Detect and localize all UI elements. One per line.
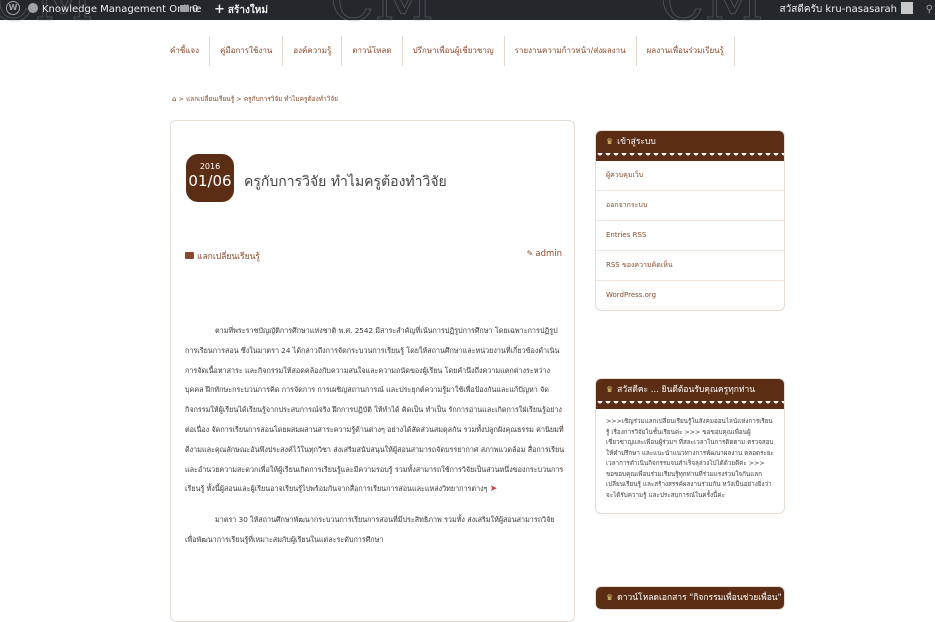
widget-header: ♛ เข้าสู่ระบบ: [596, 131, 784, 153]
admin-bar: W Knowledge Management Online 0 + สร้างให…: [0, 0, 935, 20]
welcome-widget: ♛ สวัสดีคะ ... ยินดีต้อนรับคุณครูทุกท่าน …: [595, 378, 785, 514]
widget-header: ♛ สวัสดีคะ ... ยินดีต้อนรับคุณครูทุกท่าน: [596, 379, 784, 401]
post-day-month: 01/06: [188, 172, 232, 190]
crown-icon: ♛: [606, 385, 614, 394]
menu-item-manual[interactable]: คู่มือการใช้งาน: [210, 36, 284, 66]
menu-item-knowledge[interactable]: องค์ความรู้: [283, 36, 343, 66]
breadcrumb: ⌂ > แลกเปลี่ยนเรียนรู้ > ครูกับการวิจัย …: [172, 94, 338, 104]
menu-item-download[interactable]: ดาวน์โหลด: [342, 36, 403, 66]
lace-border: [596, 153, 784, 161]
menu-item-peer-works[interactable]: ผลงานเพื่อนร่วมเรียนรู้: [637, 36, 735, 66]
wordpress-logo-icon[interactable]: W: [6, 0, 24, 20]
dashboard-icon: [28, 3, 38, 13]
breadcrumb-current: ครูกับการวิจัย ทำไมครูต้องทำวิจัย: [243, 95, 338, 103]
main-menu: คำชี้แจง คู่มือการใช้งาน องค์ความรู้ ดาว…: [170, 36, 735, 66]
new-content-button[interactable]: + สร้างใหม่: [214, 0, 268, 20]
site-admin-link[interactable]: ผู้ควบคุมเว็บ: [596, 161, 784, 191]
download-widget: ♛ ดาวน์โหลดเอกสาร "กิจกรรมเพื่อนช่วยเพื่อ…: [595, 586, 785, 610]
comment-bubble-icon: [180, 4, 189, 12]
crown-icon: ♛: [606, 593, 614, 602]
site-name-link[interactable]: Knowledge Management Online: [28, 0, 201, 20]
crown-icon: ♛: [606, 137, 614, 146]
pencil-icon: ✎: [526, 249, 534, 258]
welcome-text: >>>เชิญร่วมแลกเปลี่ยนเรียนรู้ในสังคมออนไ…: [606, 418, 774, 499]
date-badge: 2016 01/06: [186, 154, 234, 202]
post-year: 2016: [199, 162, 221, 171]
folder-icon: [185, 252, 194, 259]
menu-item-intro[interactable]: คำชี้แจง: [170, 36, 211, 66]
menu-item-consult[interactable]: ปรึกษาเพื่อนผู้เชี่ยวชาญ: [403, 36, 505, 66]
avatar: [901, 2, 913, 14]
comments-rss-link[interactable]: RSS ของความคิดเห็น: [596, 251, 784, 281]
comments-link[interactable]: 0: [180, 0, 198, 20]
post-body: ตามที่พระราชบัญญัติการศึกษาแห่งชาติ พ.ศ.…: [185, 321, 565, 560]
wordpress-org-link[interactable]: WordPress.org: [596, 281, 784, 310]
home-icon[interactable]: ⌂: [172, 95, 176, 103]
lace-border: [596, 401, 784, 409]
user-account-menu[interactable]: สวัสดีครับ kru-nasasarah: [780, 0, 913, 20]
breadcrumb-separator: >: [236, 95, 242, 103]
post-card: 2016 01/06 ครูกับการวิจัย ทำไมครูต้องทำว…: [170, 120, 575, 622]
menu-item-progress[interactable]: รายงานความก้าวหน้า/ส่งผลงาน: [505, 36, 637, 66]
post-title: ครูกับการวิจัย ทำไมครูต้องทำวิจัย: [244, 174, 447, 190]
logout-link[interactable]: ออกจากระบบ: [596, 191, 784, 221]
breadcrumb-category-link[interactable]: แลกเปลี่ยนเรียนรู้: [186, 95, 234, 103]
plus-icon: +: [214, 2, 225, 17]
post-category-link[interactable]: แลกเปลี่ยนเรียนรู้: [185, 249, 260, 263]
dart-icon: ➤: [489, 484, 498, 495]
search-icon[interactable]: ⚲: [926, 0, 933, 20]
post-paragraph: มาตรา 30 ให้สถานศึกษาพัฒนากระบวนการเรียน…: [185, 515, 555, 544]
entries-rss-link[interactable]: Entries RSS: [596, 221, 784, 251]
breadcrumb-separator: >: [178, 95, 184, 103]
post-author-link[interactable]: ✎ admin: [527, 249, 562, 259]
post-paragraph: ตามที่พระราชบัญญัติการศึกษาแห่งชาติ พ.ศ.…: [185, 326, 565, 495]
login-widget: ♛ เข้าสู่ระบบ ผู้ควบคุมเว็บ ออกจากระบบ En…: [595, 130, 785, 311]
